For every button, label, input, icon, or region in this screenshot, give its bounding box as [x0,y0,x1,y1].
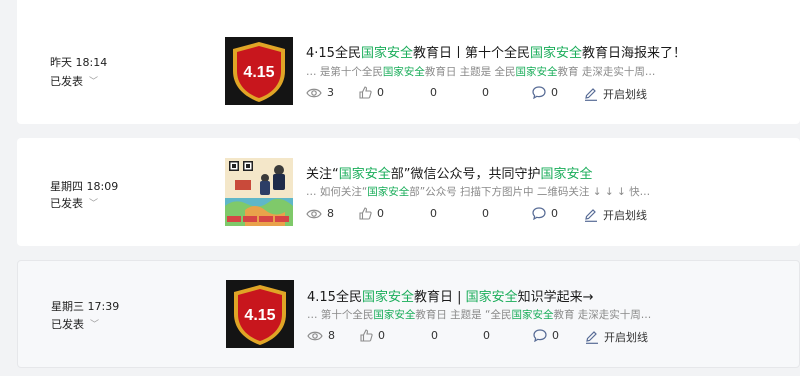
article-title[interactable]: 关注“国家安全部”微信公众号，共同守护国家安全 [306,163,593,182]
shares-stat: 0 [430,207,437,220]
underline-button[interactable]: 开启划线 [584,207,647,223]
article-summary: … 如何关注“国家安全部”公众号 扫描下方图片中 二维码关注 ↓ ↓ ↓ 快… [306,186,651,198]
article-thumbnail[interactable]: 4.15 [226,280,294,348]
thumbs-up-icon [359,207,372,220]
shares-stat: 0 [430,86,437,99]
likes-stat: 0 [360,329,385,342]
thumb-text: 4.15 [244,307,275,324]
status-label: 已发表 [50,75,83,88]
status-label: 已发表 [51,318,84,331]
article-summary: … 第十个全民国家安全教育日 主题是 “全民国家安全教育 走深走实十周… [307,309,652,321]
views-stat: 3 [306,86,334,99]
thumbs-up-icon [360,329,373,342]
article-thumbnail[interactable] [225,158,293,226]
comment-icon [533,329,547,342]
comment-icon [532,86,546,99]
publish-status-dropdown[interactable]: 已发表 ﹀ [50,195,98,211]
article-stats: 8 0 0 0 0 开启划线 [307,329,667,345]
chevron-down-icon: ﹀ [90,320,100,330]
thumb-text: 4.15 [243,64,274,81]
publish-time: 星期三 17:39 [51,300,120,313]
favorites-stat: 0 [482,86,489,99]
shield-icon: 4.15 [225,37,293,105]
shield-icon: 4.15 [226,280,294,348]
comment-icon [532,207,546,220]
favorites-stat: 0 [482,207,489,220]
favorites-stat: 0 [483,329,490,342]
chevron-down-icon: ﹀ [89,77,99,87]
shares-stat: 0 [431,329,438,342]
article-summary: … 是第十个全民国家安全教育日 主题是 全民国家安全教育 走深走实十周… [306,66,656,78]
likes-stat: 0 [359,207,384,220]
post-card[interactable]: 昨天 18:14 已发表 ﹀ 4.15 4·15全民国家安全教育日丨第十个全民国家… [17,0,800,124]
article-stats: 3 0 0 0 0 开启划线 [306,86,666,102]
views-stat: 8 [306,207,334,220]
views-stat: 8 [307,329,335,342]
article-thumbnail[interactable]: 4.15 [225,37,293,105]
eye-icon [307,331,323,340]
publish-status-dropdown[interactable]: 已发表 ﹀ [50,73,98,89]
post-card[interactable]: 星期三 17:39 已发表 ﹀ 4.15 4.15全民国家安全教育日 | 国家安全… [17,260,800,368]
pen-icon [585,208,597,222]
publish-time: 昨天 18:14 [50,56,108,69]
publish-time: 星期四 18:09 [50,180,119,193]
article-title[interactable]: 4.15全民国家安全教育日 | 国家安全知识学起来→ [307,286,594,305]
comments-stat[interactable]: 0 [532,86,558,99]
chevron-down-icon: ﹀ [89,199,99,209]
publish-status-dropdown[interactable]: 已发表 ﹀ [51,316,99,332]
poster-illustration-icon [225,158,293,226]
article-stats: 8 0 0 0 0 开启划线 [306,207,666,223]
status-label: 已发表 [50,197,83,210]
comments-stat[interactable]: 0 [532,207,558,220]
underline-button[interactable]: 开启划线 [584,86,647,102]
underline-button[interactable]: 开启划线 [585,329,648,345]
pen-icon [586,330,598,344]
comments-stat[interactable]: 0 [533,329,559,342]
likes-stat: 0 [359,86,384,99]
thumbs-up-icon [359,86,372,99]
pen-icon [585,87,597,101]
eye-icon [306,88,322,97]
post-card[interactable]: 星期四 18:09 已发表 ﹀ 关注“国家安全部”微信公众号，共同守护国家安全 …… [17,138,800,246]
eye-icon [306,209,322,218]
article-title[interactable]: 4·15全民国家安全教育日丨第十个全民国家安全教育日海报来了！ [306,42,686,61]
